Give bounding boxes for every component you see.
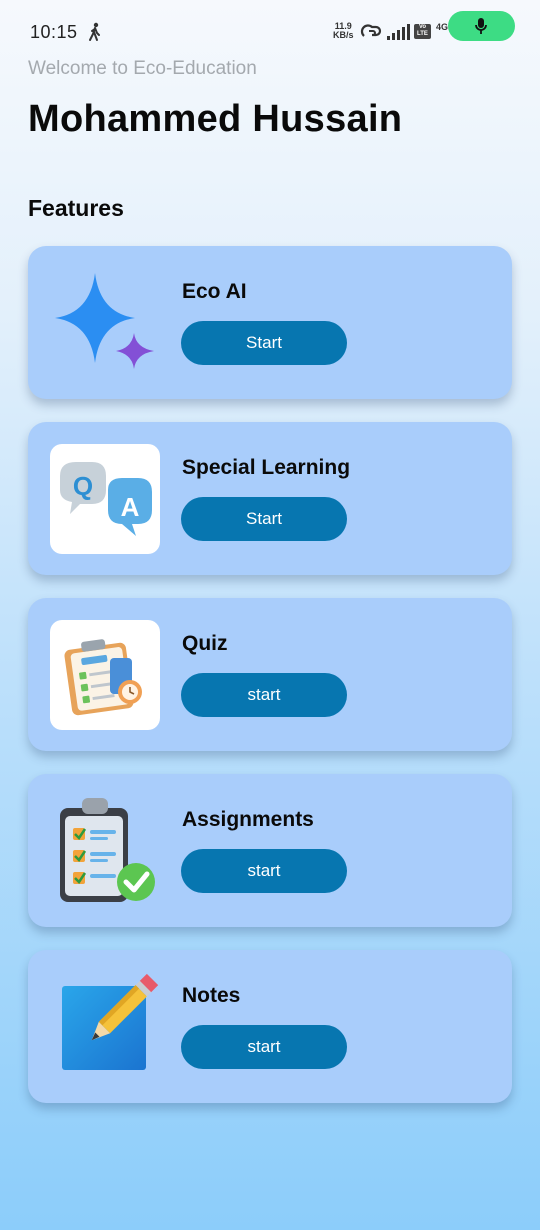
features-heading: Features bbox=[28, 195, 124, 221]
mic-indicator[interactable] bbox=[448, 11, 515, 41]
status-bar: 10:15 11.9 KB/s Vo LTE 4G bbox=[0, 0, 540, 60]
start-button-eco-ai[interactable]: Start bbox=[181, 321, 347, 365]
volte-badge: Vo LTE bbox=[414, 24, 431, 39]
start-button-special-learning[interactable]: Start bbox=[181, 497, 347, 541]
qa-bubbles-icon: Q A bbox=[60, 462, 152, 536]
start-button-assignments[interactable]: start bbox=[181, 849, 347, 893]
signal-bars-icon bbox=[387, 24, 410, 40]
svg-text:Q: Q bbox=[73, 471, 93, 501]
feature-title: Special Learning bbox=[182, 456, 351, 479]
walking-person-icon bbox=[89, 22, 100, 41]
network-speed: 11.9 KB/s bbox=[333, 21, 354, 40]
feature-card-eco-ai[interactable]: Eco AI Start bbox=[28, 246, 512, 399]
svg-text:A: A bbox=[121, 492, 140, 522]
start-button-quiz[interactable]: start bbox=[181, 673, 347, 717]
pencil-note-icon bbox=[62, 973, 159, 1070]
microphone-icon bbox=[475, 18, 487, 34]
thumbnail bbox=[50, 620, 160, 730]
feature-title: Quiz bbox=[182, 632, 228, 655]
feature-card-notes[interactable]: Notes start bbox=[28, 950, 512, 1103]
hotspot-link-icon bbox=[360, 24, 382, 37]
status-time: 10:15 bbox=[30, 22, 78, 42]
user-name: Mohammed Hussain bbox=[28, 98, 403, 140]
welcome-text: Welcome to Eco-Education bbox=[28, 58, 257, 79]
thumbnail: Q A bbox=[50, 444, 160, 554]
feature-title: Eco AI bbox=[182, 280, 247, 303]
start-button-notes[interactable]: start bbox=[181, 1025, 347, 1069]
feature-title: Notes bbox=[182, 984, 241, 1007]
feature-card-assignments[interactable]: Assignments start bbox=[28, 774, 512, 927]
feature-card-quiz[interactable]: Quiz start bbox=[28, 598, 512, 751]
feature-card-special-learning[interactable]: Q A Special Learning Start bbox=[28, 422, 512, 575]
network-type: 4G bbox=[436, 22, 449, 32]
sparkle-icon bbox=[55, 273, 154, 369]
checklist-clipboard-icon bbox=[60, 798, 155, 902]
test-clipboard-icon bbox=[64, 639, 142, 716]
feature-title: Assignments bbox=[182, 808, 314, 831]
